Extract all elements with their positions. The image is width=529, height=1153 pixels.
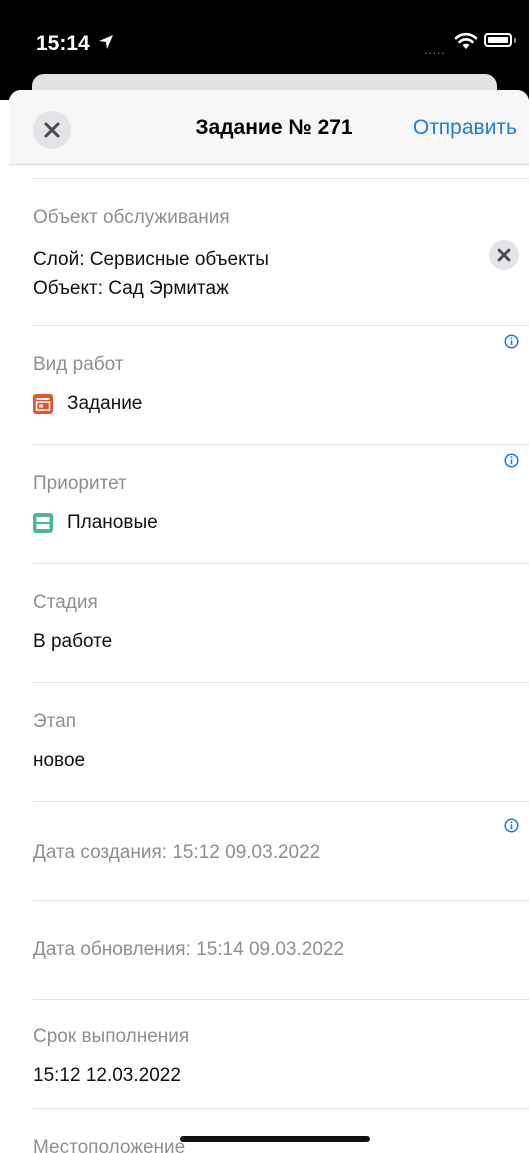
priority-value: Плановые bbox=[67, 512, 158, 533]
info-icon[interactable] bbox=[504, 334, 519, 349]
service-object-layer: Слой: Сервисные объекты bbox=[33, 249, 269, 270]
send-button[interactable]: Отправить bbox=[413, 116, 517, 140]
status-time: 15:14 bbox=[36, 32, 90, 55]
deadline-field[interactable]: Срок выполнения 15:12 12.03.2022 bbox=[33, 1000, 529, 1109]
info-icon[interactable] bbox=[504, 818, 519, 833]
updated-date: Дата обновления: 15:14 09.03.2022 bbox=[33, 939, 345, 960]
stage-field[interactable]: Стадия В работе bbox=[33, 564, 529, 683]
planned-priority-icon bbox=[33, 513, 53, 533]
created-date: Дата создания: 15:12 09.03.2022 bbox=[33, 842, 321, 863]
battery-tip bbox=[514, 38, 516, 43]
priority-label: Приоритет bbox=[33, 473, 127, 494]
step-label: Этап bbox=[33, 711, 77, 732]
updated-date-field: Дата обновления: 15:14 09.03.2022 bbox=[33, 901, 529, 1000]
task-sheet: Задание № 271 Отправить Объект обслужива… bbox=[9, 90, 529, 1153]
work-type-value-row: Задание bbox=[33, 393, 142, 415]
location-label: Местоположение bbox=[33, 1137, 186, 1153]
navigation-bar: Задание № 271 Отправить bbox=[9, 90, 529, 165]
priority-field[interactable]: Приоритет Плановые bbox=[33, 445, 529, 564]
work-type-value: Задание bbox=[67, 393, 143, 414]
work-type-field[interactable]: Вид работ Задание bbox=[33, 326, 529, 445]
deadline-label: Срок выполнения bbox=[33, 1026, 190, 1047]
form-content: Объект обслуживания Слой: Сервисные объе… bbox=[9, 164, 529, 1153]
location-arrow-icon bbox=[99, 35, 113, 49]
location-field[interactable]: Местоположение bbox=[33, 1109, 529, 1153]
step-field[interactable]: Этап новое bbox=[33, 683, 529, 802]
task-form-icon bbox=[33, 394, 53, 414]
stage-label: Стадия bbox=[33, 592, 98, 613]
battery-icon bbox=[484, 33, 512, 47]
cellular-signal-icon: ..... bbox=[424, 43, 446, 57]
service-object-field[interactable]: Объект обслуживания Слой: Сервисные объе… bbox=[33, 179, 529, 326]
service-object-name: Объект: Сад Эрмитаж bbox=[33, 278, 229, 299]
clear-object-button[interactable] bbox=[489, 240, 519, 270]
work-type-label: Вид работ bbox=[33, 354, 124, 375]
top-divider bbox=[33, 164, 529, 179]
wifi-icon bbox=[454, 32, 478, 49]
home-indicator[interactable] bbox=[180, 1136, 370, 1142]
created-date-field: Дата создания: 15:12 09.03.2022 bbox=[33, 802, 529, 901]
status-bar: 15:14 ..... bbox=[0, 0, 529, 60]
deadline-value: 15:12 12.03.2022 bbox=[33, 1065, 181, 1086]
stage-value: В работе bbox=[33, 631, 113, 652]
service-object-label: Объект обслуживания bbox=[33, 207, 230, 228]
priority-value-row: Плановые bbox=[33, 512, 158, 534]
step-value: новое bbox=[33, 750, 86, 771]
info-icon[interactable] bbox=[504, 453, 519, 468]
clear-icon bbox=[497, 248, 511, 262]
